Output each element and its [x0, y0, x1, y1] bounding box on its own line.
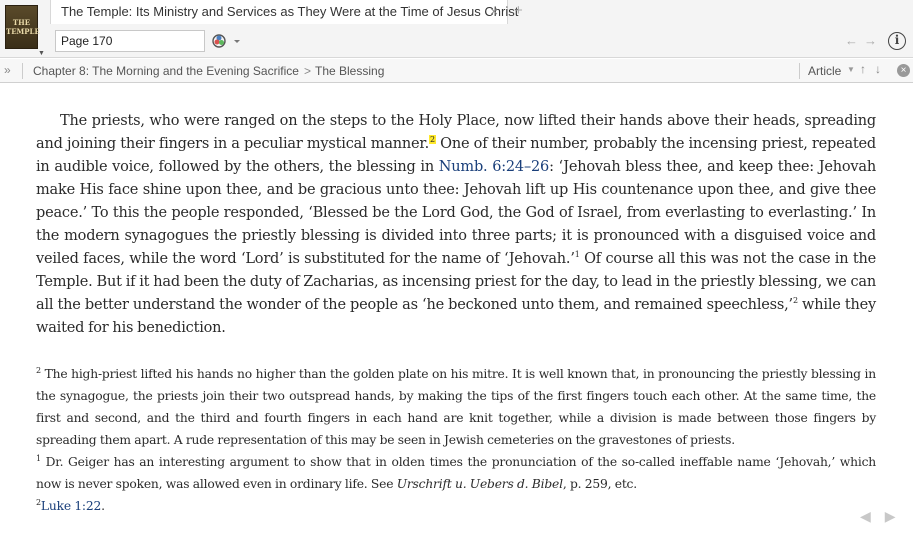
- tab-title: The Temple: Its Ministry and Services as…: [61, 4, 519, 19]
- footnote: 1 Dr. Geiger has an interesting argument…: [36, 451, 876, 495]
- info-icon[interactable]: i: [888, 32, 906, 50]
- visual-filter-button[interactable]: [212, 31, 240, 51]
- footnote-text: .: [101, 499, 105, 513]
- scripture-reference-link[interactable]: Luke 1:22: [41, 499, 101, 513]
- history-nav: ←→: [845, 33, 883, 48]
- document-content: The priests, who were ranged on the step…: [36, 110, 876, 517]
- visual-filter-icon: [212, 34, 240, 48]
- page-reference-input[interactable]: [55, 30, 205, 52]
- divider: [22, 63, 23, 79]
- footnote: 2 The high-priest lifted his hands no hi…: [36, 363, 876, 451]
- previous-article-icon[interactable]: ↑: [860, 62, 866, 76]
- footnote-marker-highlighted[interactable]: 2: [428, 135, 436, 145]
- previous-page-icon[interactable]: ◀: [860, 508, 885, 524]
- article-dropdown[interactable]: Article: [808, 64, 841, 78]
- book-tab[interactable]: The Temple: Its Ministry and Services as…: [50, 0, 518, 24]
- forward-arrow-icon[interactable]: →: [864, 33, 883, 48]
- new-tab-icon[interactable]: +: [514, 2, 523, 19]
- breadcrumb-bar: » Chapter 8: The Morning and the Evening…: [0, 59, 913, 83]
- tab-close-icon[interactable]: ×: [490, 3, 498, 19]
- footnote: 2Luke 1:22.: [36, 495, 876, 517]
- close-panel-icon[interactable]: ×: [897, 64, 910, 77]
- cover-menu-chevron-icon[interactable]: ▼: [38, 50, 45, 57]
- breadcrumb-section[interactable]: The Blessing: [315, 64, 384, 78]
- breadcrumb-separator: >: [304, 64, 312, 78]
- expand-panel-icon[interactable]: »: [4, 63, 11, 77]
- breadcrumb-chapter[interactable]: Chapter 8: The Morning and the Evening S…: [33, 64, 299, 78]
- divider: [799, 63, 800, 79]
- scripture-reference-link[interactable]: Numb. 6:24–26: [439, 159, 550, 175]
- back-arrow-icon[interactable]: ←: [845, 33, 864, 48]
- next-article-icon[interactable]: ↓: [875, 62, 881, 76]
- book-cover-thumbnail[interactable]: THE TEMPLE: [5, 5, 40, 49]
- top-toolbar: THE TEMPLE ▼ The Temple: Its Ministry an…: [0, 0, 913, 58]
- footnote-text: , p. 259, etc.: [562, 477, 637, 491]
- page-nav: ◀▶: [860, 508, 910, 525]
- footnote-text: The high-priest lifted his hands no high…: [36, 367, 876, 447]
- cover-title: THE TEMPLE: [6, 18, 40, 36]
- next-page-icon[interactable]: ▶: [885, 508, 910, 524]
- chevron-down-icon[interactable]: ▼: [847, 65, 855, 74]
- footnotes: 2 The high-priest lifted his hands no hi…: [36, 363, 876, 517]
- body-paragraph: The priests, who were ranged on the step…: [36, 110, 876, 340]
- footnote-book-title: Urschrift u. Uebers d. Bibel: [396, 477, 563, 491]
